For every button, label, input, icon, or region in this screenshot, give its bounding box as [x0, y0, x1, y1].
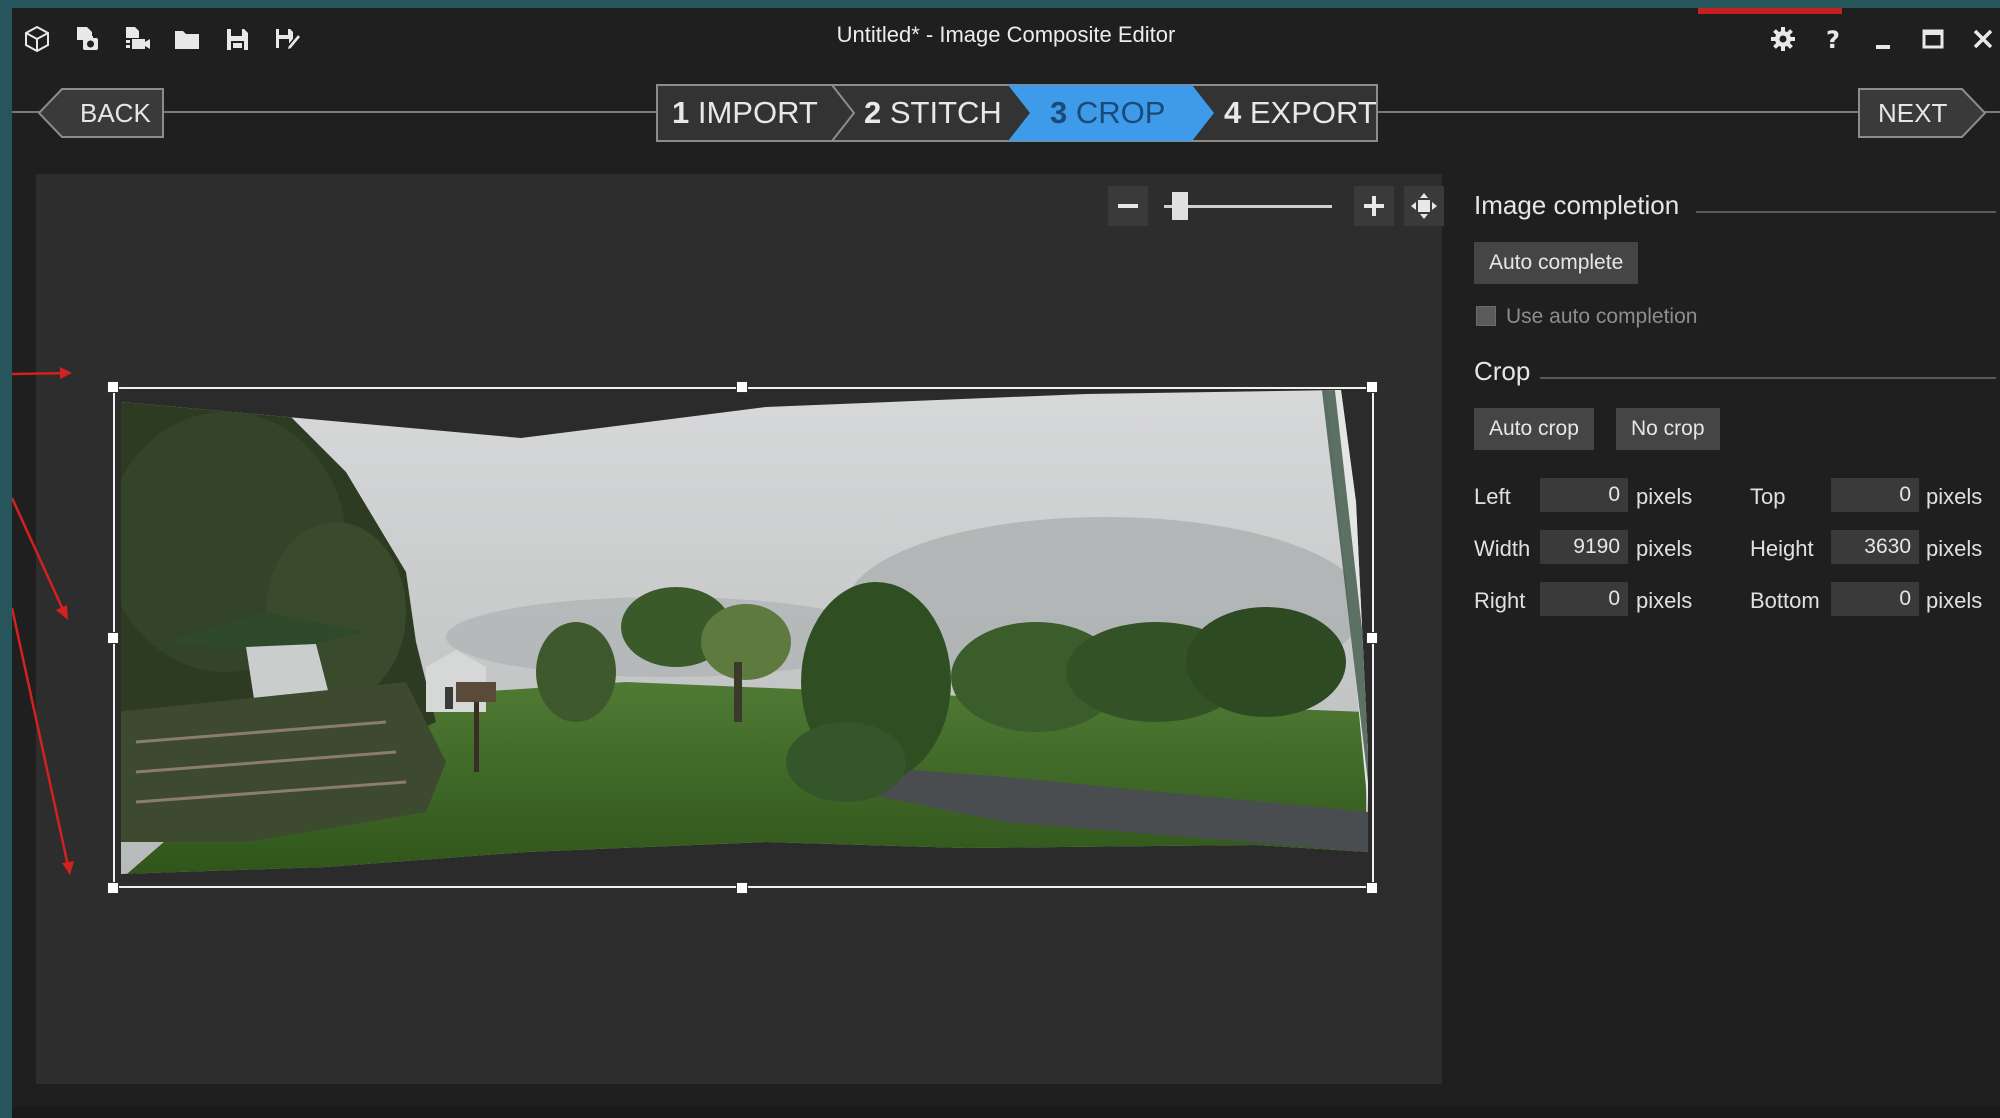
- next-button[interactable]: NEXT: [1858, 88, 1986, 138]
- app-window: Untitled* - Image Composite Editor ? BAC…: [12, 8, 2000, 1118]
- save-icon[interactable]: [220, 22, 254, 56]
- gear-icon[interactable]: [1766, 22, 1800, 56]
- open-folder-icon[interactable]: [170, 22, 204, 56]
- left-label: Left: [1474, 484, 1511, 509]
- save-as-icon[interactable]: [270, 22, 304, 56]
- arrow-to-left-edge: [12, 497, 66, 613]
- height-unit: pixels: [1926, 536, 1983, 561]
- crop-title: Crop: [1474, 356, 1531, 386]
- right-input[interactable]: [1540, 582, 1628, 616]
- width-unit: pixels: [1636, 536, 1693, 561]
- maximize-icon[interactable]: [1916, 22, 1950, 56]
- minus-icon: [1118, 204, 1138, 208]
- nav-line-right: [1378, 111, 1868, 113]
- plus-icon: [1364, 196, 1384, 216]
- crop-handle-top[interactable]: [736, 381, 748, 393]
- title-bar: Untitled* - Image Composite Editor ?: [12, 8, 2000, 68]
- no-crop-button[interactable]: No crop: [1616, 408, 1720, 450]
- arrow-head-top-left: [60, 367, 72, 379]
- height-input[interactable]: [1831, 530, 1919, 564]
- bottom-label: Bottom: [1750, 588, 1820, 613]
- status-strip: [12, 1106, 2000, 1118]
- height-label: Height: [1750, 536, 1814, 561]
- bottom-input[interactable]: [1831, 582, 1919, 616]
- step-crop[interactable]: 3 CROP: [1050, 84, 1165, 142]
- crop-handle-right[interactable]: [1366, 632, 1378, 644]
- auto-crop-button[interactable]: Auto crop: [1474, 408, 1594, 450]
- zoom-out-button[interactable]: [1108, 186, 1148, 226]
- top-unit: pixels: [1926, 484, 1983, 509]
- auto-complete-button[interactable]: Auto complete: [1474, 242, 1639, 284]
- minimize-icon[interactable]: [1866, 22, 1900, 56]
- crop-rule: [1540, 377, 1996, 379]
- arrow-head-bottom-left: [62, 861, 74, 875]
- fit-to-window-icon: [1411, 193, 1437, 219]
- crop-handle-bottom-right[interactable]: [1366, 882, 1378, 894]
- left-input[interactable]: [1540, 478, 1628, 512]
- step-import[interactable]: 1 IMPORT: [672, 84, 818, 142]
- nav-line-right-stub: [1984, 111, 2000, 113]
- top-input[interactable]: [1831, 478, 1919, 512]
- use-auto-completion-label: Use auto completion: [1506, 305, 1698, 328]
- next-label: NEXT: [1878, 98, 1948, 128]
- image-canvas[interactable]: [36, 174, 1444, 1084]
- crop-handle-bottom[interactable]: [736, 882, 748, 894]
- step-stitch[interactable]: 2 STITCH: [864, 84, 1002, 142]
- image-completion-rule: [1696, 211, 1996, 213]
- workflow-steps: 1 IMPORT 2 STITCH 3 CROP 4 EXPORT: [656, 84, 1378, 142]
- width-label: Width: [1474, 536, 1531, 561]
- step-export[interactable]: 4 EXPORT: [1224, 84, 1377, 142]
- left-unit: pixels: [1636, 484, 1693, 509]
- close-icon[interactable]: [1966, 22, 2000, 56]
- right-unit: pixels: [1636, 588, 1693, 613]
- window-title: Untitled* - Image Composite Editor: [836, 22, 1176, 47]
- fit-to-window-button[interactable]: [1404, 186, 1444, 226]
- zoom-slider-thumb[interactable]: [1171, 192, 1188, 220]
- crop-rectangle[interactable]: [113, 387, 1374, 888]
- nav-line-left: [162, 111, 658, 113]
- top-label: Top: [1750, 484, 1786, 509]
- crop-handle-top-right[interactable]: [1366, 381, 1378, 393]
- bottom-unit: pixels: [1926, 588, 1983, 613]
- zoom-slider-track[interactable]: [1164, 205, 1332, 208]
- svg-text:?: ?: [1826, 26, 1840, 54]
- right-label: Right: [1474, 588, 1526, 613]
- width-input[interactable]: [1540, 530, 1628, 564]
- image-completion-title: Image completion: [1474, 190, 1680, 220]
- help-icon[interactable]: ?: [1816, 22, 1850, 56]
- annotation-arrows: [12, 367, 74, 875]
- zoom-in-button[interactable]: [1354, 186, 1394, 226]
- use-auto-completion-checkbox[interactable]: [1476, 306, 1496, 326]
- arrow-to-bottom-left-handle: [12, 607, 70, 867]
